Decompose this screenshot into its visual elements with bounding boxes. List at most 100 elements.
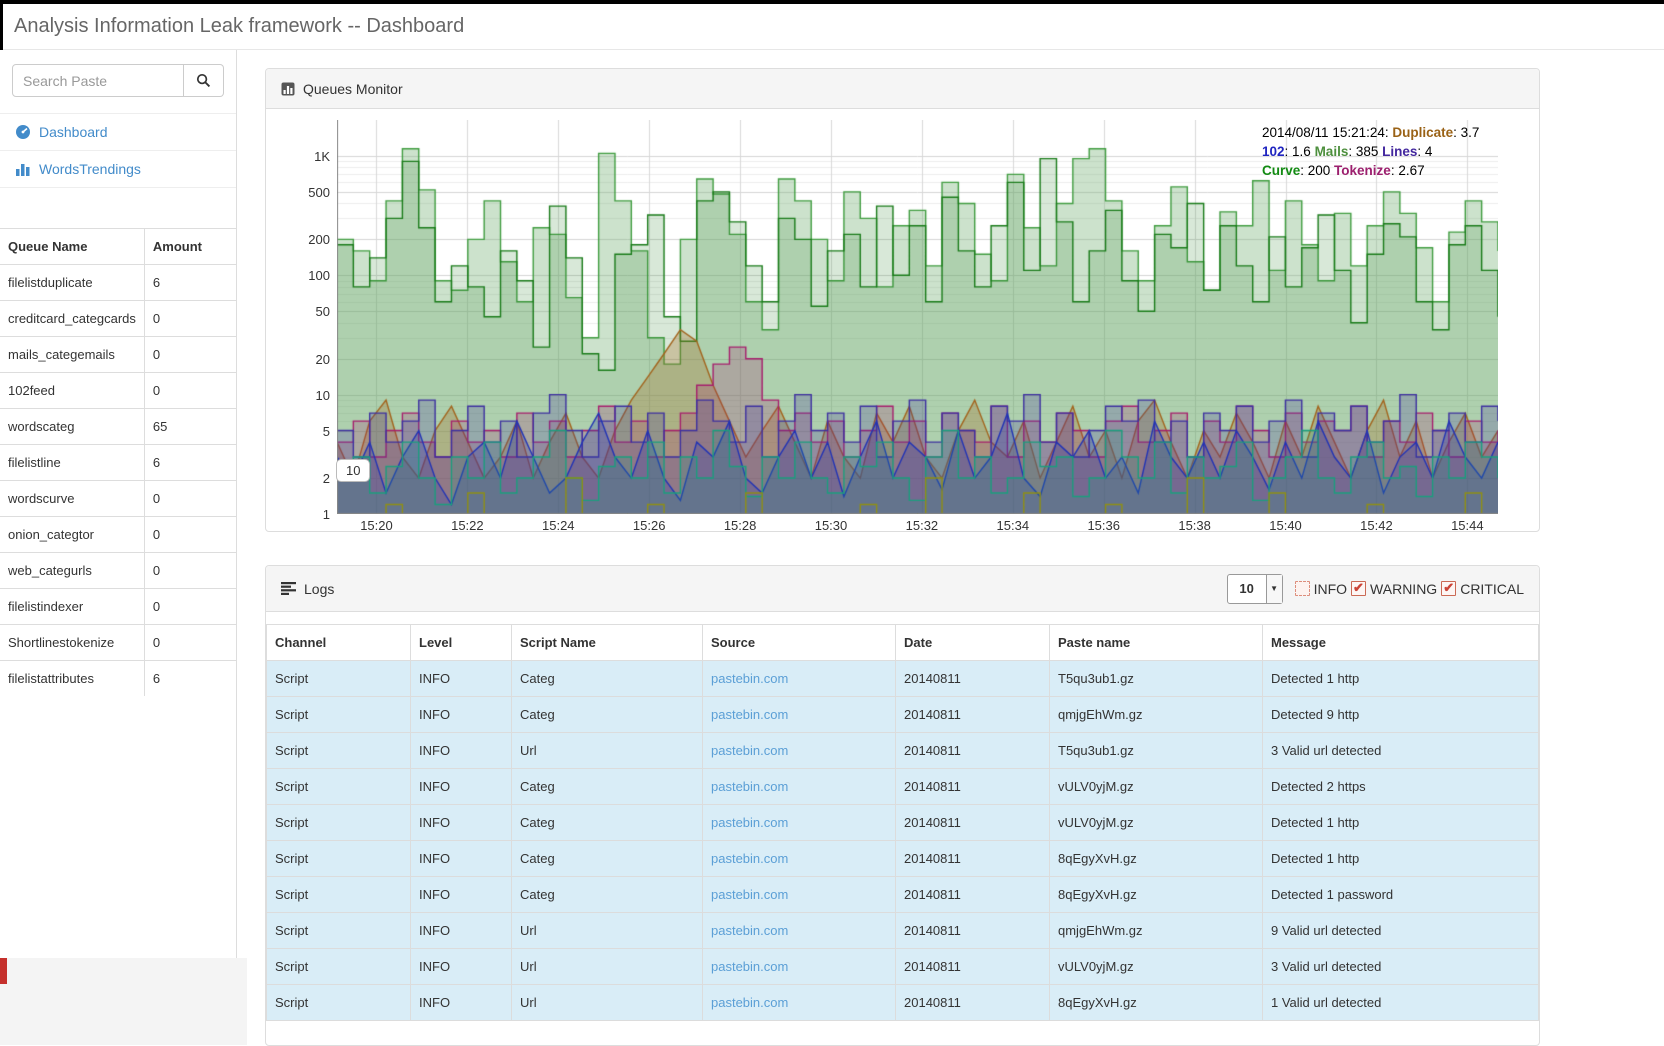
search-input[interactable] bbox=[12, 64, 184, 97]
checked-checkbox-icon[interactable] bbox=[1351, 581, 1366, 596]
log-cell: Script bbox=[267, 841, 411, 877]
queue-table-row: filelistduplicate6 bbox=[0, 265, 236, 301]
source-link[interactable]: pastebin.com bbox=[711, 707, 788, 722]
sidebar-item-label: Dashboard bbox=[39, 124, 108, 140]
source-link[interactable]: pastebin.com bbox=[711, 959, 788, 974]
log-cell: pastebin.com bbox=[703, 661, 896, 697]
queue-table-row: wordscurve0 bbox=[0, 481, 236, 517]
logs-column-header: Channel bbox=[267, 625, 411, 661]
desktop-background-strip bbox=[0, 958, 247, 1045]
queue-table-row: Shortlinestokenize0 bbox=[0, 625, 236, 661]
log-cell: 1 Valid url detected bbox=[1263, 985, 1539, 1021]
log-cell: pastebin.com bbox=[703, 877, 896, 913]
x-axis-tick-label: 15:42 bbox=[1346, 518, 1406, 533]
source-link[interactable]: pastebin.com bbox=[711, 779, 788, 794]
chart-axis-badge: 10 bbox=[336, 459, 370, 482]
log-cell: Detected 9 http bbox=[1263, 697, 1539, 733]
chart-readout-segment: : 4 bbox=[1417, 144, 1432, 159]
page-size-select[interactable]: 10 ▼ bbox=[1227, 574, 1283, 604]
unchecked-checkbox-icon[interactable] bbox=[1295, 581, 1310, 596]
log-cell: 3 Valid url detected bbox=[1263, 949, 1539, 985]
log-cell: Script bbox=[267, 949, 411, 985]
log-cell: Categ bbox=[512, 697, 703, 733]
y-axis-tick-label: 1K bbox=[268, 149, 330, 164]
logs-column-header: Script Name bbox=[512, 625, 703, 661]
log-row: ScriptINFOUrlpastebin.com201408118qEgyXv… bbox=[267, 985, 1539, 1021]
chart-panel-icon bbox=[281, 82, 295, 96]
source-link[interactable]: pastebin.com bbox=[711, 851, 788, 866]
y-axis-tick-label: 50 bbox=[268, 304, 330, 319]
source-link[interactable]: pastebin.com bbox=[711, 671, 788, 686]
log-cell: vULV0yjM.gz bbox=[1050, 949, 1263, 985]
search-bar bbox=[12, 64, 224, 97]
log-cell: Detected 1 http bbox=[1263, 805, 1539, 841]
chart-readout-segment: : 2.67 bbox=[1391, 163, 1425, 178]
log-cell: pastebin.com bbox=[703, 985, 896, 1021]
queue-name-cell: mails_categemails bbox=[0, 337, 144, 373]
queue-table-row: filelistattributes6 bbox=[0, 661, 236, 697]
log-cell: INFO bbox=[411, 697, 512, 733]
log-row: ScriptINFOUrlpastebin.com20140811T5qu3ub… bbox=[267, 733, 1539, 769]
checked-checkbox-icon[interactable] bbox=[1441, 581, 1456, 596]
page-size-value: 10 bbox=[1228, 575, 1266, 603]
x-axis-tick-label: 15:30 bbox=[801, 518, 861, 533]
source-link[interactable]: pastebin.com bbox=[711, 923, 788, 938]
x-axis-tick-label: 15:44 bbox=[1437, 518, 1497, 533]
log-cell: Script bbox=[267, 661, 411, 697]
filter-critical[interactable]: CRITICAL bbox=[1441, 581, 1524, 597]
log-cell: INFO bbox=[411, 805, 512, 841]
filter-info[interactable]: INFO bbox=[1295, 581, 1347, 597]
queue-table-row: creditcard_categcards0 bbox=[0, 301, 236, 337]
log-cell: INFO bbox=[411, 769, 512, 805]
queue-name-cell: filelistduplicate bbox=[0, 265, 144, 301]
page-header: Analysis Information Leak framework -- D… bbox=[0, 4, 1664, 50]
log-cell: pastebin.com bbox=[703, 769, 896, 805]
log-cell: pastebin.com bbox=[703, 841, 896, 877]
log-row: ScriptINFOUrlpastebin.com20140811qmjgEhW… bbox=[267, 913, 1539, 949]
chart-readout-segment: : 3.7 bbox=[1453, 125, 1479, 140]
source-link[interactable]: pastebin.com bbox=[711, 815, 788, 830]
log-cell: Detected 1 http bbox=[1263, 841, 1539, 877]
log-cell: INFO bbox=[411, 877, 512, 913]
log-cell: 20140811 bbox=[896, 769, 1050, 805]
queue-amount-cell: 65 bbox=[144, 409, 236, 445]
log-cell: Categ bbox=[512, 877, 703, 913]
sidebar-item-wordstrendings[interactable]: WordsTrendings bbox=[0, 151, 236, 188]
y-axis-tick-label: 1 bbox=[268, 507, 330, 522]
y-axis-tick-label: 500 bbox=[268, 185, 330, 200]
queue-amount-cell: 0 bbox=[144, 337, 236, 373]
log-cell: Script bbox=[267, 913, 411, 949]
logs-column-header: Paste name bbox=[1050, 625, 1263, 661]
x-axis-tick-label: 15:34 bbox=[983, 518, 1043, 533]
log-cell: 8qEgyXvH.gz bbox=[1050, 877, 1263, 913]
log-cell: 9 Valid url detected bbox=[1263, 913, 1539, 949]
source-link[interactable]: pastebin.com bbox=[711, 887, 788, 902]
log-cell: T5qu3ub1.gz bbox=[1050, 733, 1263, 769]
logs-panel: Logs 10 ▼ INFOWARNINGCRITICAL ChannelLev… bbox=[265, 565, 1540, 1046]
bar-chart-icon bbox=[15, 161, 31, 177]
log-row: ScriptINFOCategpastebin.com20140811qmjgE… bbox=[267, 697, 1539, 733]
source-link[interactable]: pastebin.com bbox=[711, 995, 788, 1010]
logs-title: Logs bbox=[304, 581, 334, 597]
log-cell: Script bbox=[267, 769, 411, 805]
source-link[interactable]: pastebin.com bbox=[711, 743, 788, 758]
chart-readout-segment: Mails bbox=[1315, 144, 1349, 159]
sidebar-item-dashboard[interactable]: Dashboard bbox=[0, 114, 236, 151]
log-cell: Detected 2 https bbox=[1263, 769, 1539, 805]
log-cell: INFO bbox=[411, 949, 512, 985]
queue-amount-cell: 6 bbox=[144, 445, 236, 481]
log-cell: 20140811 bbox=[896, 985, 1050, 1021]
x-axis-tick-label: 15:22 bbox=[437, 518, 497, 533]
search-button[interactable] bbox=[184, 64, 224, 97]
log-cell: Script bbox=[267, 985, 411, 1021]
filter-warning[interactable]: WARNING bbox=[1351, 581, 1437, 597]
logs-column-header: Message bbox=[1263, 625, 1539, 661]
log-cell: Url bbox=[512, 985, 703, 1021]
log-row: ScriptINFOCategpastebin.com201408118qEgy… bbox=[267, 877, 1539, 913]
x-axis-tick-label: 15:36 bbox=[1074, 518, 1134, 533]
queue-name-cell: wordscateg bbox=[0, 409, 144, 445]
log-cell: pastebin.com bbox=[703, 733, 896, 769]
x-axis-tick-label: 15:28 bbox=[710, 518, 770, 533]
chart-readout-segment: Curve bbox=[1262, 163, 1300, 178]
log-cell: Categ bbox=[512, 841, 703, 877]
